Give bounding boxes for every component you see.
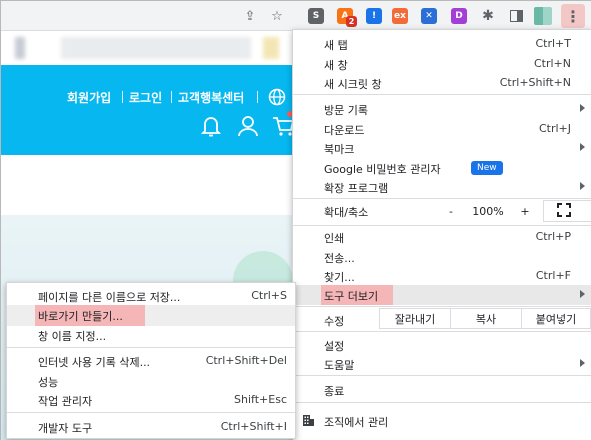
menu-item-new-tab[interactable]: 새 탭 Ctrl+T (293, 34, 591, 54)
menu-item-print[interactable]: 인쇄 Ctrl+P (293, 227, 591, 247)
zoom-in-button[interactable]: + (507, 201, 543, 221)
side-panel-icon[interactable] (506, 6, 526, 26)
x-extension-icon[interactable]: ✕ (421, 8, 437, 24)
nav-signup-link[interactable]: 회원가입 (67, 89, 111, 106)
menu-item-exit[interactable]: 종료 (293, 380, 591, 400)
submenu-divider (7, 347, 295, 348)
menu-item-bookmarks[interactable]: 북마크 (293, 138, 591, 158)
browser-toolbar: ⇪ ☆ S A2 ! ex ✕ D ✱ ⋮ (1, 1, 591, 31)
chevron-right-icon (580, 143, 585, 151)
edit-label: 수정 (324, 315, 345, 328)
building-icon (302, 414, 315, 430)
user-icon[interactable] (236, 114, 260, 138)
menu-divider (293, 198, 591, 199)
share-icon[interactable]: ⇪ (240, 6, 260, 26)
chrome-main-menu: 새 탭 Ctrl+T 새 창 Ctrl+N 새 시크릿 창 Ctrl+Shift+N … (292, 29, 591, 440)
menu-item-more-tools[interactable]: 도구 더보기 (293, 285, 591, 305)
site-header-banner (1, 65, 301, 155)
chevron-right-icon (580, 290, 585, 298)
nav-support-link[interactable]: 고객행복센터 (178, 89, 244, 106)
menu-item-history[interactable]: 방문 기록 (293, 99, 591, 119)
menu-divider (293, 402, 591, 403)
zoom-level: 100% (472, 204, 504, 218)
chevron-right-icon (580, 359, 585, 367)
menu-divider (293, 306, 591, 307)
extension-badge: 2 (346, 16, 357, 27)
submenu-item-save-page-as[interactable]: 페이지를 다른 이름으로 저장... Ctrl+S (7, 286, 295, 306)
menu-item-cast[interactable]: 전송... (293, 247, 591, 267)
menu-divider (293, 225, 591, 226)
profile-avatar[interactable] (534, 7, 552, 25)
submenu-item-clear-browsing-data[interactable]: 인터넷 사용 기록 삭제... Ctrl+Shift+Del (7, 351, 295, 371)
cut-button[interactable]: 잘라내기 (379, 308, 451, 329)
menu-item-new-window[interactable]: 새 창 Ctrl+N (293, 54, 591, 74)
shield-extension-icon[interactable]: ! (366, 8, 382, 24)
menu-item-settings[interactable]: 설정 (293, 335, 591, 355)
blurred-tab (263, 37, 279, 59)
menu-item-help[interactable]: 도움말 (293, 354, 591, 374)
s-extension-icon[interactable]: S (308, 8, 324, 24)
submenu-item-create-shortcut[interactable]: 바로가기 만들기... (7, 305, 295, 325)
menu-divider (293, 375, 591, 376)
submenu-item-name-window[interactable]: 창 이름 지정... (7, 325, 295, 345)
menu-item-password-manager[interactable]: Google 비밀번호 관리자 New (293, 158, 591, 178)
nav-login-link[interactable]: 로그인 (129, 89, 162, 106)
chrome-menu-button[interactable]: ⋮ (561, 4, 585, 28)
fox-extension-icon[interactable]: A2 (337, 8, 357, 27)
menu-item-downloads[interactable]: 다운로드 Ctrl+J (293, 119, 591, 139)
menu-item-managed-by-org[interactable]: 조직에서 관리 (293, 411, 591, 431)
chevron-right-icon (580, 104, 585, 112)
submenu-item-developer-tools[interactable]: 개발자 도구 Ctrl+Shift+I (7, 417, 295, 437)
menu-divider (293, 331, 591, 332)
bell-icon[interactable] (199, 114, 223, 138)
menu-item-extensions[interactable]: 확장 프로그램 (293, 177, 591, 197)
blurred-logo (15, 37, 25, 59)
chevron-right-icon (580, 182, 585, 190)
menu-item-new-incognito[interactable]: 새 시크릿 창 Ctrl+Shift+N (293, 73, 591, 93)
copy-button[interactable]: 복사 (450, 308, 522, 329)
menu-divider (293, 94, 591, 95)
menu-item-find[interactable]: 찾기... Ctrl+F (293, 266, 591, 286)
nav-divider (257, 91, 258, 103)
nav-divider (122, 91, 123, 103)
fullscreen-icon (557, 203, 571, 217)
bookmark-star-icon[interactable]: ☆ (267, 6, 287, 26)
d-extension-icon[interactable]: D (451, 8, 467, 24)
zoom-out-button[interactable]: - (433, 201, 469, 221)
globe-icon[interactable] (265, 85, 289, 109)
ex-extension-icon[interactable]: ex (392, 8, 408, 24)
blurred-header (61, 37, 251, 59)
more-tools-submenu: 페이지를 다른 이름으로 저장... Ctrl+S 바로가기 만들기... 창 이… (6, 282, 296, 439)
paste-button[interactable]: 붙여넣기 (521, 308, 591, 329)
submenu-item-task-manager[interactable]: 작업 관리자 Shift+Esc (7, 390, 295, 410)
submenu-item-performance[interactable]: 성능 (7, 371, 295, 391)
submenu-divider (7, 412, 295, 413)
zoom-label: 확대/축소 (324, 206, 369, 219)
new-badge: New (471, 161, 503, 175)
puzzle-extensions-icon[interactable]: ✱ (478, 6, 498, 26)
nav-divider (171, 91, 172, 103)
